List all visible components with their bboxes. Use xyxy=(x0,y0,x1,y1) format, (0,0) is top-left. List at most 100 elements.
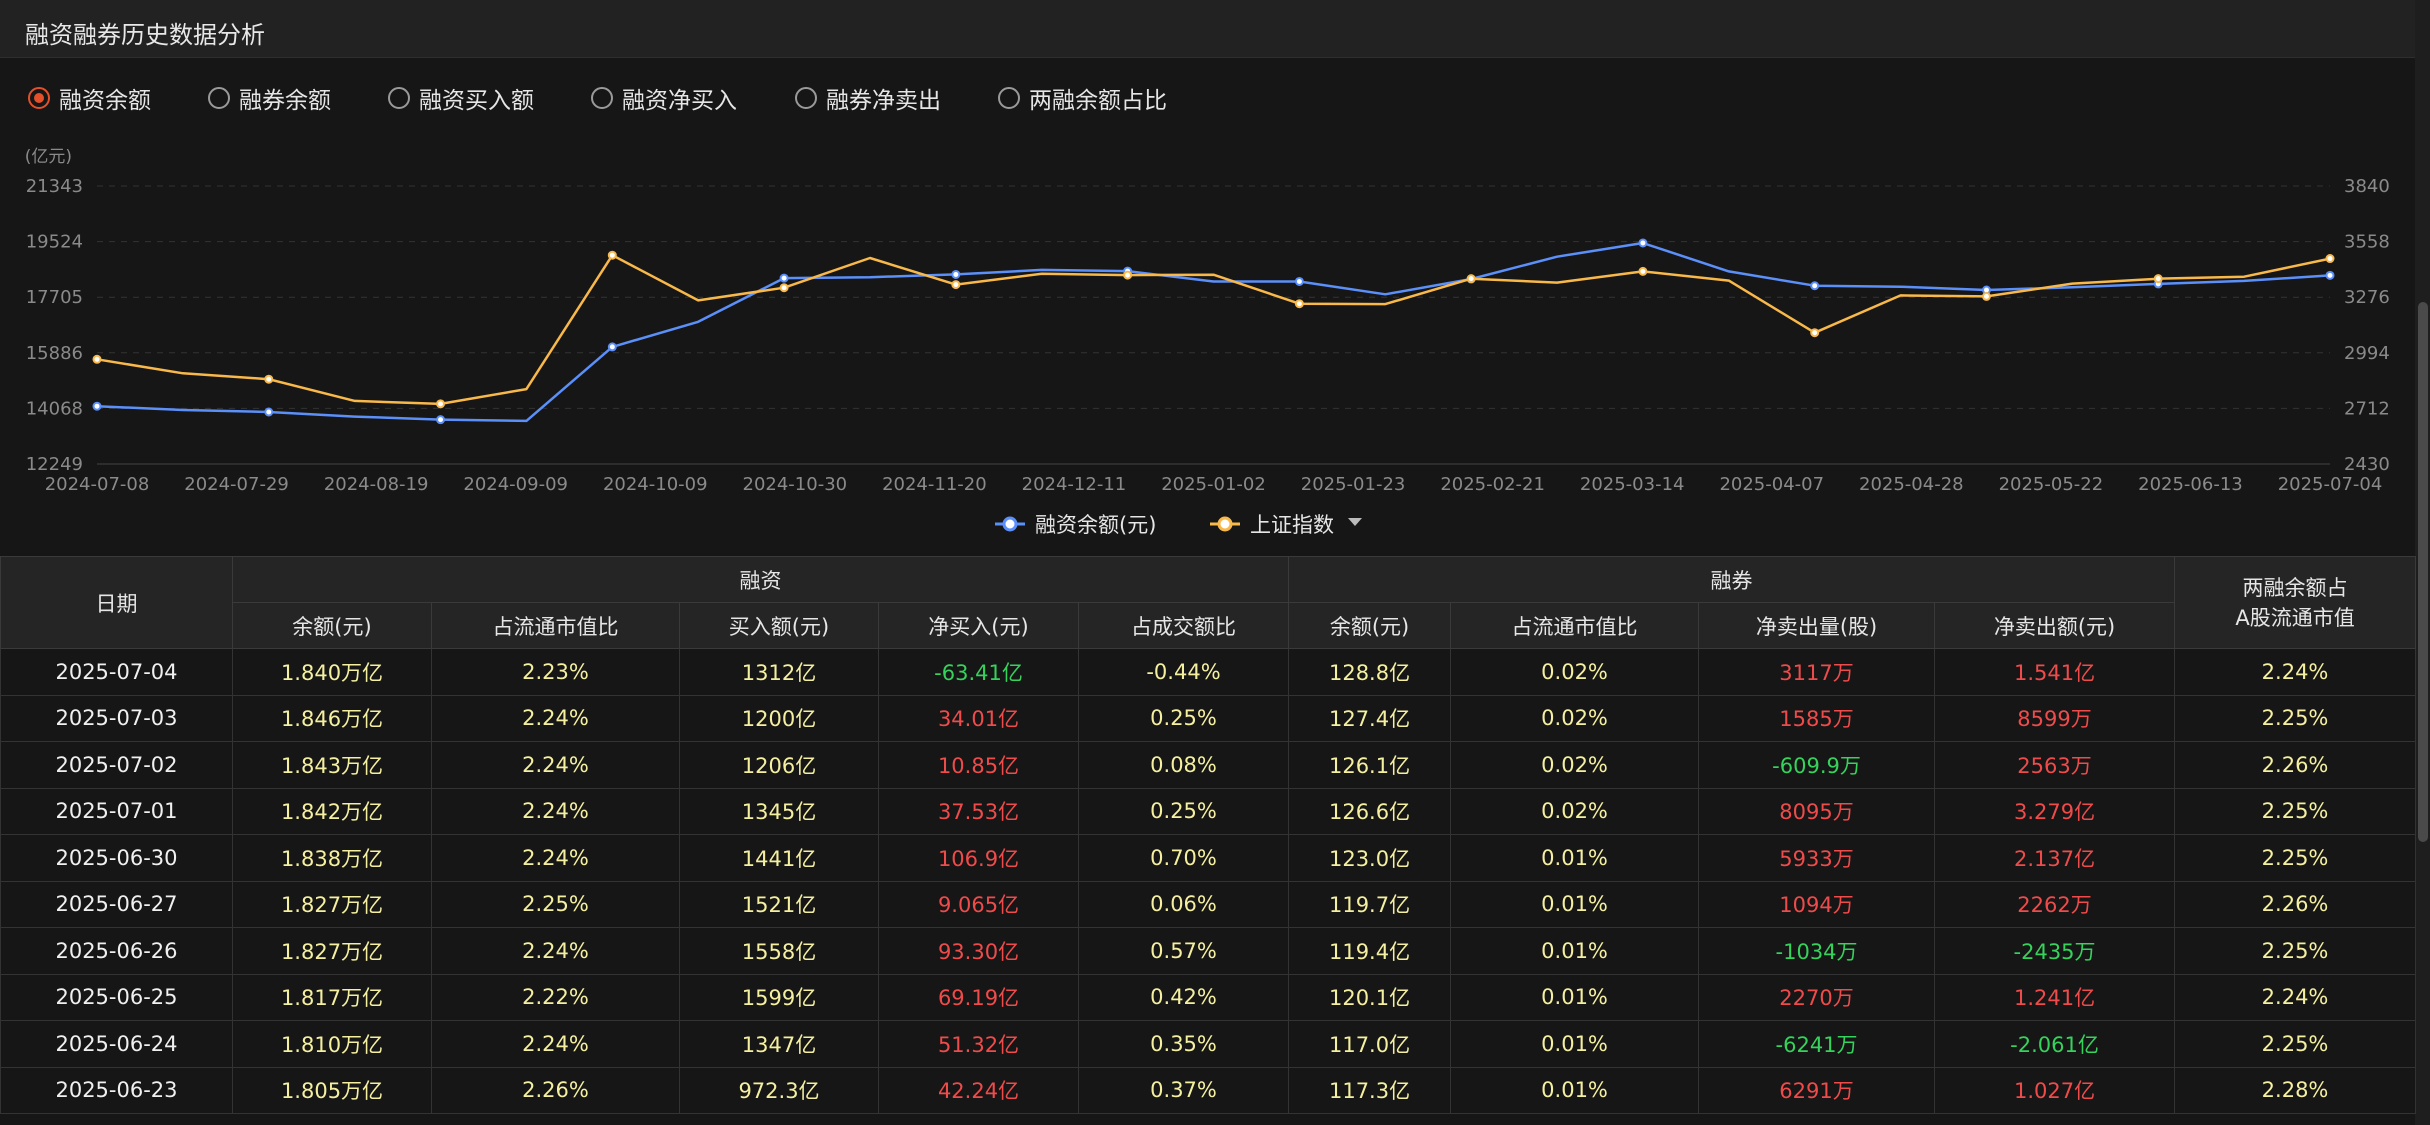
cell-short-net-amount: 3.279亿 xyxy=(1934,787,2176,835)
scrollbar-thumb[interactable] xyxy=(2418,302,2428,842)
data-point-margin-balance xyxy=(436,415,446,425)
data-point-sse-index xyxy=(1981,291,1991,301)
y-axis-unit-label: (亿元) xyxy=(25,147,72,167)
cell-short-float-ratio: 0.02% xyxy=(1450,787,1700,835)
y-right-tick-label: 3276 xyxy=(2344,287,2390,308)
metric-radio-group: 融资余额 融券余额 融资买入额 融资净买入 融券净卖出 两融余额占比 xyxy=(28,80,1328,116)
cell-short-balance: 123.0亿 xyxy=(1288,834,1452,882)
data-point-sse-index xyxy=(436,399,446,409)
cell-short-net-volume: 5933万 xyxy=(1698,834,1936,882)
data-point-sse-index xyxy=(1294,299,1304,309)
table-row[interactable]: 2025-06-27 1.827万亿 2.25% 1521亿 9.065亿 0.06% 11… xyxy=(0,880,2417,928)
data-point-sse-index xyxy=(264,374,274,384)
cell-turnover-ratio: 0.70% xyxy=(1077,834,1290,882)
table-row[interactable]: 2025-07-02 1.843万亿 2.24% 1206亿 10.85亿 0.08% 12… xyxy=(0,741,2417,789)
radio-circle-icon xyxy=(28,87,50,109)
cell-two-margin-ratio: 2.25% xyxy=(2174,787,2417,835)
radio-short-balance[interactable]: 融券余额 xyxy=(208,80,331,116)
cell-margin-net-buy: 51.32亿 xyxy=(878,1020,1079,1068)
cell-date: 2025-06-24 xyxy=(0,1020,233,1068)
series-line-sse-index xyxy=(96,253,2331,406)
cell-short-net-volume: -6241万 xyxy=(1698,1020,1936,1068)
chevron-down-icon[interactable] xyxy=(1348,518,1362,526)
radio-margin-balance[interactable]: 融资余额 xyxy=(28,80,151,116)
x-tick-label: 2025-07-04 xyxy=(2278,474,2383,495)
cell-short-balance: 119.4亿 xyxy=(1288,927,1452,975)
cell-short-float-ratio: 0.01% xyxy=(1450,1020,1700,1068)
x-tick-label: 2025-04-07 xyxy=(1719,474,1824,495)
cell-margin-balance: 1.840万亿 xyxy=(232,648,432,696)
table-row[interactable]: 2025-06-23 1.805万亿 2.26% 972.3亿 42.24亿 0.37% 1… xyxy=(0,1066,2417,1114)
radio-margin-net-buy[interactable]: 融资净买入 xyxy=(591,80,737,116)
cell-margin-buy: 1206亿 xyxy=(679,741,879,789)
cell-turnover-ratio: 0.25% xyxy=(1077,694,1290,742)
cell-margin-balance: 1.842万亿 xyxy=(232,787,432,835)
table-row[interactable]: 2025-07-03 1.846万亿 2.24% 1200亿 34.01亿 0.25% 12… xyxy=(0,694,2417,742)
table-row[interactable]: 2025-07-04 1.840万亿 2.23% 1312亿 -63.41亿 -0.44%… xyxy=(0,648,2417,696)
legend-label-sse-index[interactable]: 上证指数 xyxy=(1250,513,1334,537)
table-row[interactable]: 2025-06-24 1.810万亿 2.24% 1347亿 51.32亿 0.35% 11… xyxy=(0,1020,2417,1068)
radio-label: 融券余额 xyxy=(239,88,331,114)
radio-ratio[interactable]: 两融余额占比 xyxy=(998,80,1167,116)
cell-margin-buy: 1558亿 xyxy=(679,927,879,975)
table-row[interactable]: 2025-06-25 1.817万亿 2.22% 1599亿 69.19亿 0.42% 12… xyxy=(0,973,2417,1021)
cell-short-net-volume: 2270万 xyxy=(1698,973,1936,1021)
cell-short-net-amount: 2563万 xyxy=(1934,741,2176,789)
cell-short-float-ratio: 0.02% xyxy=(1450,648,1700,696)
cell-margin-buy: 1521亿 xyxy=(679,880,879,928)
radio-circle-icon xyxy=(795,87,817,109)
cell-date: 2025-06-23 xyxy=(0,1066,233,1114)
cell-margin-float-ratio: 2.22% xyxy=(431,973,680,1021)
cell-margin-net-buy: 69.19亿 xyxy=(878,973,1079,1021)
table-row[interactable]: 2025-06-26 1.827万亿 2.24% 1558亿 93.30亿 0.57% 11… xyxy=(0,927,2417,975)
cell-short-net-amount: 1.027亿 xyxy=(1934,1066,2176,1114)
y-right-tick-label: 2430 xyxy=(2344,454,2390,475)
x-tick-label: 2024-10-09 xyxy=(603,474,708,495)
cell-margin-net-buy: -63.41亿 xyxy=(878,648,1079,696)
table-row[interactable]: 2025-06-30 1.838万亿 2.24% 1441亿 106.9亿 0.70% 12… xyxy=(0,834,2417,882)
cell-short-net-volume: 6291万 xyxy=(1698,1066,1936,1114)
legend-label-margin-balance[interactable]: 融资余额(元) xyxy=(1035,513,1156,537)
margin-balance-chart: 21343 3840 19524 3558 17705 3276 15886 2994 1406… xyxy=(25,147,2390,537)
cell-margin-net-buy: 93.30亿 xyxy=(878,927,1079,975)
header-short-net-volume: 净卖出量(股) xyxy=(1698,602,1936,649)
cell-short-float-ratio: 0.01% xyxy=(1450,834,1700,882)
radio-short-net-sell[interactable]: 融券净卖出 xyxy=(795,80,941,116)
cell-margin-buy: 972.3亿 xyxy=(679,1066,879,1114)
cell-date: 2025-06-30 xyxy=(0,834,233,882)
cell-short-balance: 117.0亿 xyxy=(1288,1020,1452,1068)
header-margin-buy: 买入额(元) xyxy=(679,602,879,649)
radio-label: 融资买入额 xyxy=(419,88,534,114)
header-margin-balance: 余额(元) xyxy=(232,602,432,649)
data-point-sse-index xyxy=(1810,328,1820,338)
cell-turnover-ratio: -0.44% xyxy=(1077,648,1290,696)
vertical-scrollbar[interactable] xyxy=(2415,0,2430,1125)
cell-short-float-ratio: 0.01% xyxy=(1450,1066,1700,1114)
header-group-margin: 融资 xyxy=(231,556,1290,603)
panel-title-bar: 融资融券历史数据分析 xyxy=(0,0,2415,58)
cell-margin-float-ratio: 2.23% xyxy=(431,648,680,696)
cell-short-float-ratio: 0.01% xyxy=(1450,973,1700,1021)
radio-label: 两融余额占比 xyxy=(1029,88,1167,114)
y-right-tick-label: 2994 xyxy=(2344,343,2390,364)
legend-swatch-marker xyxy=(1217,516,1233,532)
table-body: 2025-07-04 1.840万亿 2.23% 1312亿 -63.41亿 -0.44%… xyxy=(0,648,2417,1114)
cell-date: 2025-07-04 xyxy=(0,648,233,696)
cell-short-net-volume: 8095万 xyxy=(1698,787,1936,835)
header-turnover-ratio: 占成交额比 xyxy=(1077,602,1290,649)
cell-short-balance: 126.6亿 xyxy=(1288,787,1452,835)
table-row[interactable]: 2025-07-01 1.842万亿 2.24% 1345亿 37.53亿 0.25% 12… xyxy=(0,787,2417,835)
cell-margin-balance: 1.810万亿 xyxy=(232,1020,432,1068)
radio-margin-buy[interactable]: 融资买入额 xyxy=(388,80,534,116)
x-tick-label: 2025-04-28 xyxy=(1859,474,1964,495)
header-short-net-amount: 净卖出额(元) xyxy=(1934,602,2176,649)
cell-short-net-volume: -1034万 xyxy=(1698,927,1936,975)
cell-date: 2025-06-26 xyxy=(0,927,233,975)
x-tick-label: 2025-01-23 xyxy=(1301,474,1406,495)
cell-short-float-ratio: 0.02% xyxy=(1450,741,1700,789)
radio-circle-icon xyxy=(388,87,410,109)
x-tick-label: 2025-02-21 xyxy=(1440,474,1545,495)
cell-margin-float-ratio: 2.24% xyxy=(431,741,680,789)
cell-two-margin-ratio: 2.24% xyxy=(2174,648,2417,696)
legend-swatch-marker xyxy=(1002,516,1018,532)
